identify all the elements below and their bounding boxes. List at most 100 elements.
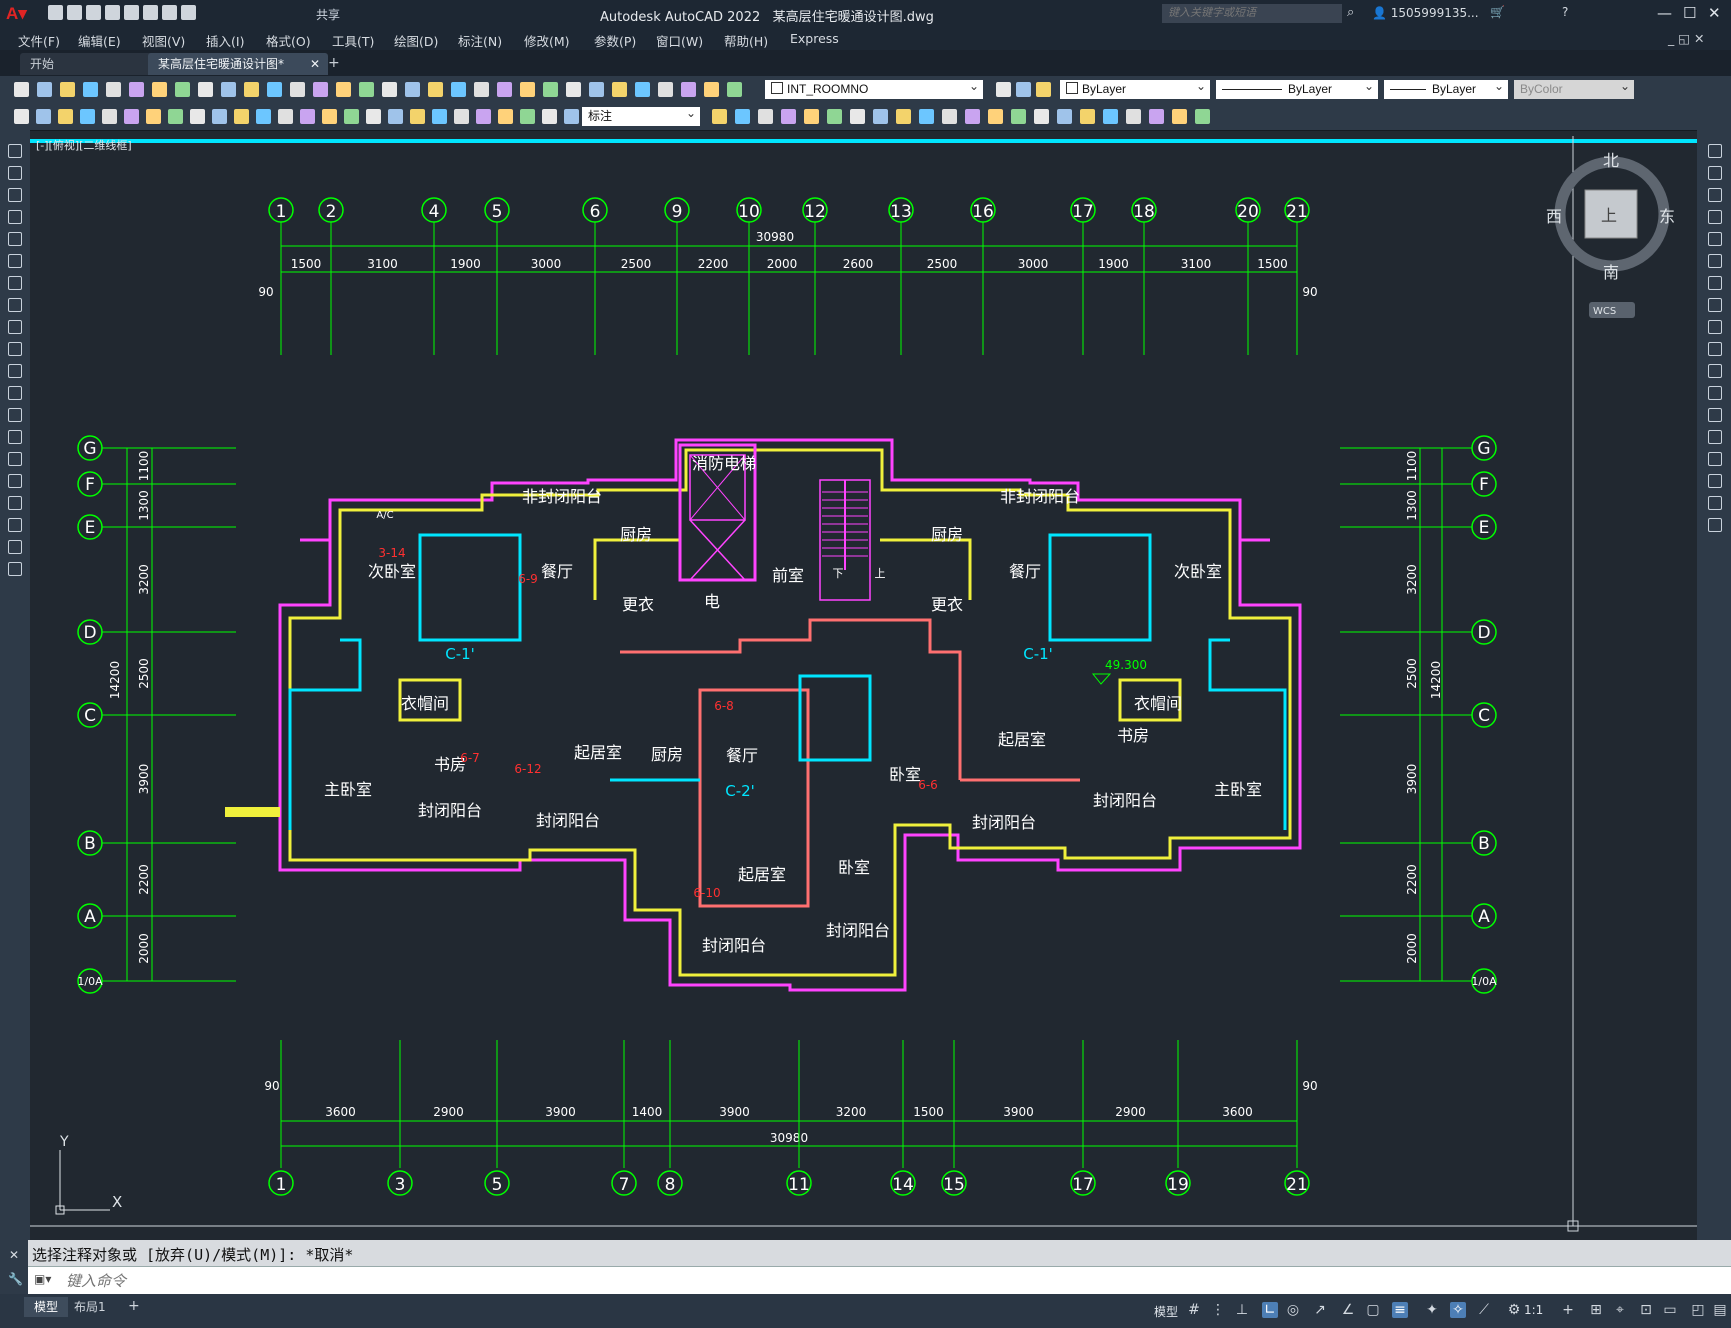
side-tool-icon[interactable] xyxy=(8,430,22,444)
annotation-scale[interactable]: 1:1 xyxy=(1524,1303,1543,1317)
toolbar-tool-icon[interactable] xyxy=(758,109,773,124)
tab-start[interactable]: 开始 xyxy=(20,53,158,75)
side-tool-icon[interactable] xyxy=(8,518,22,532)
user-account[interactable]: 👤 1505999135... xyxy=(1372,6,1479,20)
status-toggle-icon[interactable]: ⚙ xyxy=(1506,1302,1522,1318)
toolbar-tool-icon[interactable] xyxy=(1149,109,1164,124)
side-tool-icon[interactable] xyxy=(1708,254,1722,268)
viewcube-east[interactable]: 东 xyxy=(1659,207,1675,226)
toolbar-tool-icon[interactable] xyxy=(1011,109,1026,124)
side-tool-icon[interactable] xyxy=(8,298,22,312)
toolbar-tool-icon[interactable] xyxy=(498,109,513,124)
command-prompt-icon[interactable]: ▣▾ xyxy=(34,1272,51,1286)
doc-window-controls[interactable]: _ ◱ ✕ xyxy=(1668,31,1704,46)
dimstyle-dropdown[interactable]: 标注 xyxy=(582,104,700,126)
toolbar-tool-icon[interactable] xyxy=(152,82,167,97)
undo-icon[interactable] xyxy=(162,5,177,20)
close-icon[interactable]: ✕ xyxy=(310,53,320,75)
open-icon[interactable] xyxy=(67,5,82,20)
side-tool-icon[interactable] xyxy=(1708,144,1722,158)
side-tool-icon[interactable] xyxy=(8,254,22,268)
side-tool-icon[interactable] xyxy=(8,364,22,378)
toolbar-tool-icon[interactable] xyxy=(1057,109,1072,124)
toolbar-tool-icon[interactable] xyxy=(221,82,236,97)
status-toggle-icon[interactable]: + xyxy=(1560,1302,1576,1318)
search-input[interactable] xyxy=(1162,4,1342,23)
viewcube-south[interactable]: 南 xyxy=(1603,263,1619,282)
model-space-indicator[interactable]: 模型 xyxy=(1154,1303,1178,1320)
save-icon[interactable] xyxy=(86,5,101,20)
toolbar-tool-icon[interactable] xyxy=(300,109,315,124)
layer-dropdown[interactable]: INT_ROOMNO xyxy=(765,77,983,99)
viewcube-north[interactable]: 北 xyxy=(1603,151,1619,170)
toolbar-tool-icon[interactable] xyxy=(1036,82,1051,97)
toolbar-tool-icon[interactable] xyxy=(129,82,144,97)
toolbar-tool-icon[interactable] xyxy=(175,82,190,97)
toolbar-tool-icon[interactable] xyxy=(290,82,305,97)
menu-window[interactable]: 窗口(W) xyxy=(656,31,703,50)
toolbar-tool-icon[interactable] xyxy=(988,109,1003,124)
autocad-logo[interactable]: A▾ xyxy=(6,4,27,24)
side-tool-icon[interactable] xyxy=(1708,496,1722,510)
side-tool-icon[interactable] xyxy=(1708,408,1722,422)
help-icon[interactable]: ? xyxy=(1562,5,1568,19)
share-button[interactable]: 共享 xyxy=(316,6,340,23)
wrench-icon[interactable]: 🔧 xyxy=(8,1272,23,1286)
command-line-handle[interactable]: ✕ 🔧 xyxy=(0,1240,28,1294)
toolbar-tool-icon[interactable] xyxy=(942,109,957,124)
toolbar-tool-icon[interactable] xyxy=(827,109,842,124)
toolbar-tool-icon[interactable] xyxy=(542,109,557,124)
status-toggle-icon[interactable]: ▤ xyxy=(1712,1302,1728,1318)
toolbar-tool-icon[interactable] xyxy=(267,82,282,97)
toolbar-tool-icon[interactable] xyxy=(454,109,469,124)
status-toggle-icon[interactable]: # xyxy=(1186,1302,1202,1318)
status-toggle-icon[interactable]: ⊥ xyxy=(1234,1302,1250,1318)
toolbar-tool-icon[interactable] xyxy=(543,82,558,97)
toolbar-tool-icon[interactable] xyxy=(428,82,443,97)
new-icon[interactable] xyxy=(48,5,63,20)
toolbar-tool-icon[interactable] xyxy=(735,109,750,124)
toolbar-tool-icon[interactable] xyxy=(965,109,980,124)
toolbar-tool-icon[interactable] xyxy=(313,82,328,97)
toolbar-tool-icon[interactable] xyxy=(1195,109,1210,124)
close-icon[interactable]: ✕ xyxy=(9,1248,19,1262)
toolbar-tool-icon[interactable] xyxy=(37,82,52,97)
toolbar-tool-icon[interactable] xyxy=(83,82,98,97)
side-tool-icon[interactable] xyxy=(8,540,22,554)
side-tool-icon[interactable] xyxy=(8,386,22,400)
side-tool-icon[interactable] xyxy=(8,408,22,422)
add-layout-button[interactable]: + xyxy=(128,1298,140,1314)
side-tool-icon[interactable] xyxy=(1708,276,1722,290)
toolbar-tool-icon[interactable] xyxy=(388,109,403,124)
side-tool-icon[interactable] xyxy=(1708,188,1722,202)
side-tool-icon[interactable] xyxy=(8,496,22,510)
tab-model[interactable]: 模型 xyxy=(24,1297,69,1317)
side-tool-icon[interactable] xyxy=(1708,232,1722,246)
toolbar-tool-icon[interactable] xyxy=(198,82,213,97)
toolbar-tool-icon[interactable] xyxy=(124,109,139,124)
side-tool-icon[interactable] xyxy=(8,144,22,158)
side-tool-icon[interactable] xyxy=(1708,320,1722,334)
toolbar-tool-icon[interactable] xyxy=(564,109,579,124)
side-tool-icon[interactable] xyxy=(1708,342,1722,356)
toolbar-tool-icon[interactable] xyxy=(1080,109,1095,124)
toolbar-tool-icon[interactable] xyxy=(727,82,742,97)
status-toggle-icon[interactable]: ◎ xyxy=(1285,1302,1301,1318)
toolbar-tool-icon[interactable] xyxy=(520,82,535,97)
new-tab-button[interactable]: + xyxy=(328,55,340,71)
toolbar-tool-icon[interactable] xyxy=(322,109,337,124)
toolbar-tool-icon[interactable] xyxy=(712,109,727,124)
viewport-controls[interactable]: [-][俯视][二维线框] xyxy=(36,137,132,153)
side-tool-icon[interactable] xyxy=(8,188,22,202)
command-input[interactable] xyxy=(64,1270,1068,1292)
menu-express[interactable]: Express xyxy=(790,31,839,46)
toolbar-tool-icon[interactable] xyxy=(244,82,259,97)
minimize-button[interactable]: — xyxy=(1657,4,1672,22)
status-toggle-icon[interactable]: ⌖ xyxy=(1612,1302,1628,1318)
redo-icon[interactable] xyxy=(181,5,196,20)
toolbar-tool-icon[interactable] xyxy=(850,109,865,124)
toolbar-tool-icon[interactable] xyxy=(1103,109,1118,124)
toolbar-tool-icon[interactable] xyxy=(1172,109,1187,124)
toolbar-tool-icon[interactable] xyxy=(359,82,374,97)
toolbar-tool-icon[interactable] xyxy=(168,109,183,124)
